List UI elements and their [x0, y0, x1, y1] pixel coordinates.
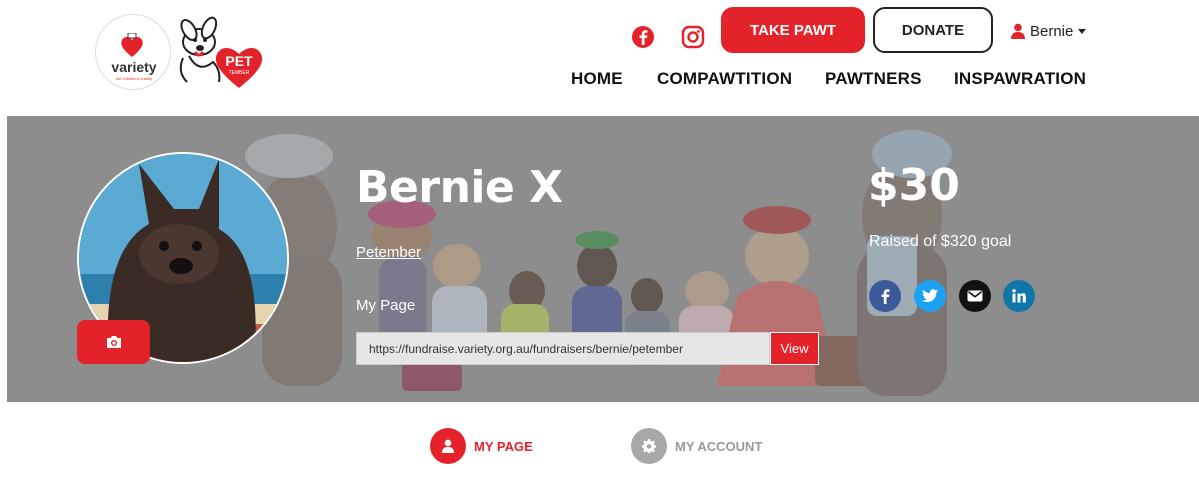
gear-icon — [631, 428, 667, 464]
share-email-button[interactable] — [959, 280, 991, 312]
camera-icon — [106, 336, 121, 348]
nav-compawtition[interactable]: COMPAWTITION — [657, 69, 792, 91]
share-facebook-button[interactable] — [869, 280, 901, 312]
tab-my-account-label: MY ACCOUNT — [675, 438, 763, 454]
tab-my-page[interactable]: MY PAGE — [430, 428, 533, 464]
facebook-icon — [881, 289, 890, 304]
tab-my-account[interactable]: MY ACCOUNT — [631, 428, 762, 464]
variety-logo: variety the children's charity — [95, 14, 171, 90]
tab-my-page-label: MY PAGE — [474, 438, 533, 454]
nav-pawtners[interactable]: PAWTNERS — [825, 69, 922, 91]
share-linkedin-button[interactable] — [1003, 280, 1035, 312]
petember-logo-text: PET — [225, 53, 253, 69]
variety-logo-subtext: the children's charity — [115, 76, 153, 81]
fundraiser-name: Bernie X — [356, 162, 563, 213]
envelope-icon — [967, 290, 983, 302]
page: variety the children's charity PET TEMBE… — [0, 0, 1199, 484]
page-url-field[interactable]: https://fundraise.variety.org.au/fundrai… — [356, 332, 770, 365]
view-page-button[interactable]: View — [770, 332, 819, 365]
take-pawt-button[interactable]: TAKE PAWT — [721, 7, 865, 53]
linkedin-icon — [1012, 289, 1026, 303]
twitter-icon — [922, 289, 938, 302]
campaign-link[interactable]: Petember — [356, 244, 421, 261]
user-icon — [1011, 23, 1025, 39]
raised-amount: $30 — [868, 160, 960, 211]
petember-logo-subtext: TEMBER — [229, 70, 250, 76]
heart-icon — [121, 33, 143, 57]
chevron-down-icon — [1078, 28, 1087, 34]
nav-home[interactable]: HOME — [571, 69, 623, 91]
facebook-icon[interactable] — [631, 25, 655, 49]
site-header: variety the children's charity PET TEMBE… — [0, 0, 1199, 116]
raised-goal-text: Raised of $320 goal — [869, 233, 1012, 250]
variety-logo-text: variety — [111, 59, 157, 75]
nav-inspawration[interactable]: INSPAWRATION — [954, 69, 1086, 91]
donate-button[interactable]: DONATE — [873, 7, 993, 53]
site-logo[interactable]: variety the children's charity PET TEMBE… — [95, 12, 270, 90]
user-menu[interactable]: Bernie — [1010, 21, 1087, 41]
my-page-label: My Page — [356, 297, 416, 314]
user-icon — [430, 428, 466, 464]
user-name: Bernie — [1030, 22, 1074, 40]
share-twitter-button[interactable] — [914, 280, 946, 312]
instagram-icon[interactable] — [681, 25, 705, 49]
change-photo-button[interactable] — [77, 320, 150, 364]
petember-dog-logo: PET TEMBER — [179, 16, 263, 88]
